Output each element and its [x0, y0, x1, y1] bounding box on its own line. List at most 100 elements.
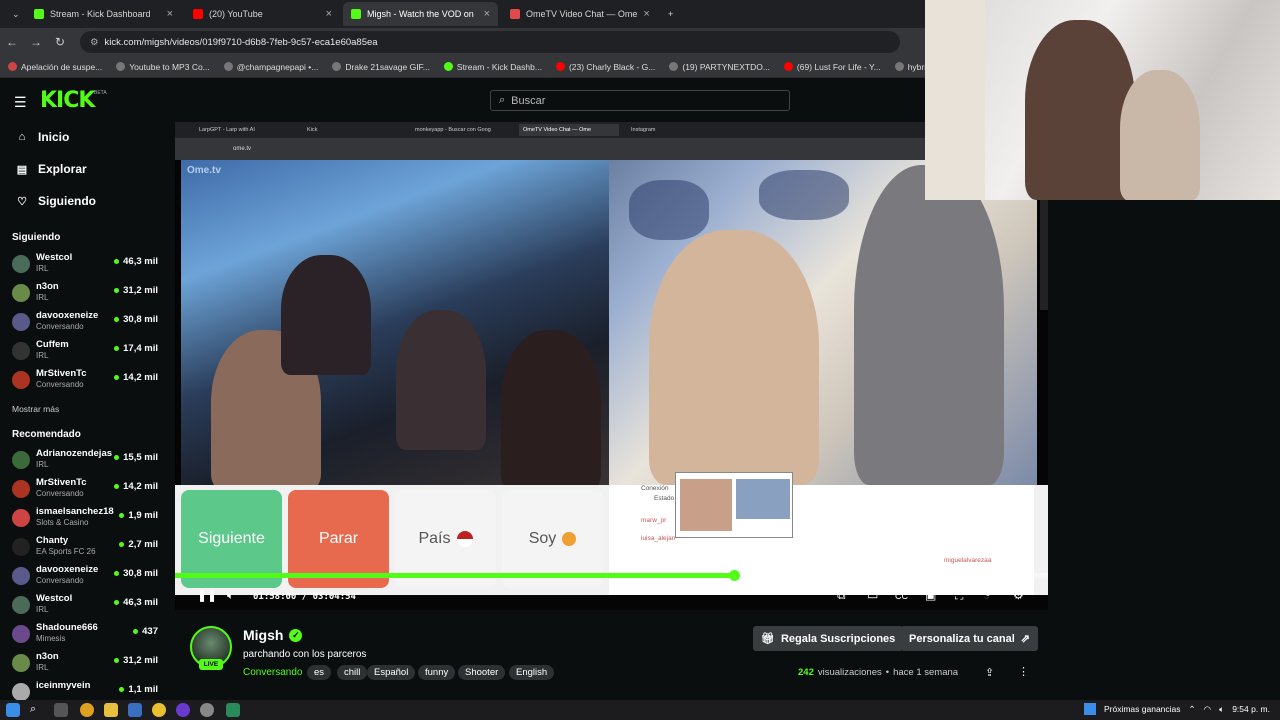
sidebar-channel[interactable]: Cuffem IRL 17,4 mil [12, 339, 162, 367]
app-icon[interactable] [200, 703, 214, 717]
sidebar-channel[interactable]: Westcol IRL 46,3 mil [12, 593, 162, 621]
page-scrollbar[interactable] [1040, 200, 1048, 310]
close-tab-icon[interactable]: × [643, 8, 649, 20]
person-figure [1120, 70, 1200, 200]
tab-ometv[interactable]: OmeTV Video Chat — Ome × [502, 2, 657, 26]
volume-icon[interactable]: 🔈︎ [227, 588, 234, 603]
channel-avatar [12, 625, 30, 643]
streamer-name[interactable]: Migsh [243, 627, 283, 643]
sidebar-channel[interactable]: Chanty EA Sports FC 26 2,7 mil [12, 535, 162, 563]
share-icon[interactable]: ⇪ [985, 666, 994, 679]
inner-tab-label: OmeTV Video Chat — Ome [523, 127, 592, 133]
site-info-icon[interactable]: ⚙ [90, 37, 99, 48]
bookmark-item[interactable]: Drake 21savage GIF... [332, 62, 430, 72]
nav-home[interactable]: ⌂ Inicio [16, 130, 70, 144]
bookmark-item[interactable]: @champagnepapi •... [223, 62, 318, 72]
captions-icon[interactable]: CC [895, 591, 908, 601]
more-options-icon[interactable]: ⋮ [1018, 665, 1029, 678]
settings-gear-icon[interactable]: ⚙ [1013, 588, 1024, 602]
speed-icon[interactable]: ◔ [983, 588, 990, 602]
gift-subs-button[interactable]: 🎁︎ Regala Suscripciones [753, 626, 904, 651]
file-explorer-icon[interactable] [104, 703, 118, 717]
tab-list-button[interactable]: ⌄ [4, 2, 24, 26]
stream-tag[interactable]: es [307, 665, 332, 680]
news-label[interactable]: Próximas ganancias [1104, 704, 1181, 714]
reload-icon[interactable]: ↻ [48, 35, 72, 49]
new-tab-button[interactable]: + [660, 2, 682, 26]
pause-icon[interactable]: ❚❚ [197, 588, 217, 602]
pip-icon[interactable]: ▣ [925, 588, 936, 602]
sidebar-channel[interactable]: davooxeneize Conversando 30,8 mil [12, 564, 162, 592]
close-tab-icon[interactable]: × [484, 8, 490, 20]
video-inner-url: ome.tv [175, 138, 1048, 160]
sidebar-channel[interactable]: Westcol IRL 46,3 mil [12, 252, 162, 280]
bookmark-item[interactable]: Stream - Kick Dashb... [443, 62, 542, 72]
stream-tag[interactable]: Shooter [458, 665, 506, 680]
news-icon[interactable] [1083, 703, 1096, 715]
bookmark-item[interactable]: (19) PARTYNEXTDO... [669, 62, 770, 72]
sidebar-channel[interactable]: n3on IRL 31,2 mil [12, 281, 162, 309]
steam-icon[interactable] [128, 703, 142, 717]
show-more-link[interactable]: Mostrar más [12, 404, 59, 414]
clip-icon[interactable]: ⧉ [837, 588, 846, 603]
viewer-count-text: 14,2 mil [123, 481, 158, 492]
channel-category: Conversando [36, 576, 84, 585]
url-field[interactable]: ⚙ kick.com/migsh/videos/019f9710-d6b8-7f… [80, 31, 900, 53]
fullscreen-icon[interactable]: ⛶ [955, 588, 963, 603]
ometv-favicon-icon [510, 9, 520, 19]
tab-migsh-vod[interactable]: Migsh - Watch the VOD on × [343, 2, 498, 26]
forward-icon[interactable]: → [24, 35, 48, 49]
sidebar-channel[interactable]: davooxeneize Conversando 30,8 mil [12, 310, 162, 338]
wifi-icon[interactable]: ◠ [1204, 704, 1211, 715]
stream-category[interactable]: Conversando [243, 667, 302, 678]
close-tab-icon[interactable]: × [326, 8, 332, 20]
bookmark-item[interactable]: (69) Lust For Life - Y... [783, 62, 881, 72]
stream-tag[interactable]: funny [418, 665, 456, 680]
volume-tray-icon[interactable]: 🔈︎ [1219, 704, 1224, 715]
live-dot-icon [114, 288, 120, 293]
sidebar-channel[interactable]: MrStivenTc Conversando 14,2 mil [12, 368, 162, 396]
channel-category: Conversando [36, 322, 84, 331]
sidebar-channel[interactable]: Adrianozendejas IRL 15,5 mil [12, 448, 162, 476]
nav-following[interactable]: ♡ Siguiendo [16, 194, 96, 208]
chrome-icon[interactable] [80, 703, 94, 717]
taskbar-search-icon[interactable]: ⌕ [30, 703, 44, 717]
back-icon[interactable]: ← [0, 35, 24, 49]
explore-icon: ▤ [16, 163, 28, 176]
theater-icon[interactable]: ▭ [867, 588, 878, 602]
bookmark-item[interactable]: Apelación de suspe... [8, 62, 102, 72]
tab-kick-dashboard[interactable]: Stream - Kick Dashboard × [26, 2, 181, 26]
app-icon[interactable] [176, 703, 190, 717]
windows-start-icon[interactable] [6, 703, 20, 717]
sidebar-channel[interactable]: n3on IRL 31,2 mil [12, 651, 162, 679]
stream-tag[interactable]: English [509, 665, 555, 680]
sidebar-channel[interactable]: Shadoune666 Mimesis 437 [12, 622, 162, 650]
customize-channel-button[interactable]: Personaliza tu canal ⇗ [901, 626, 1038, 651]
video-player[interactable]: LarpGPT - Larp with AI Kick monkeyapp - … [175, 122, 1048, 610]
task-view-icon[interactable] [54, 703, 68, 717]
separator: • [885, 667, 890, 678]
kick-logo[interactable]: KICK [40, 88, 95, 113]
close-tab-icon[interactable]: × [167, 8, 173, 20]
hamburger-menu-icon[interactable]: ☰ [14, 94, 27, 111]
channel-name: Chanty [36, 535, 69, 546]
channel-category: Conversando [36, 489, 84, 498]
sidebar-channel[interactable]: MrStivenTc Conversando 14,2 mil [12, 477, 162, 505]
channel-name: davooxeneize [36, 310, 99, 321]
stream-tag[interactable]: chill [337, 665, 368, 680]
clock[interactable]: 9:54 p. m. [1232, 704, 1270, 714]
tab-youtube[interactable]: (20) YouTube × [185, 2, 340, 26]
channel-name: ismaelsanchez18 [36, 506, 114, 517]
stream-tag[interactable]: Español [367, 665, 416, 680]
app-icon[interactable] [152, 703, 166, 717]
progress-knob[interactable] [728, 570, 740, 581]
search-input[interactable]: ⌕ Buscar [490, 90, 790, 111]
channel-category: IRL [36, 351, 49, 360]
chevron-up-icon[interactable]: ⌃ [1189, 704, 1196, 715]
sidebar-channel[interactable]: ismaelsanchez18 Slots & Casino 1,9 mil [12, 506, 162, 534]
nav-explore[interactable]: ▤ Explorar [16, 162, 87, 176]
bookmark-item[interactable]: (23) Charly Black - G... [555, 62, 655, 72]
streamer-name-row[interactable]: Migsh ✓ [243, 627, 303, 643]
app-icon[interactable] [226, 703, 240, 717]
bookmark-item[interactable]: Youtube to MP3 Co... [116, 62, 210, 72]
